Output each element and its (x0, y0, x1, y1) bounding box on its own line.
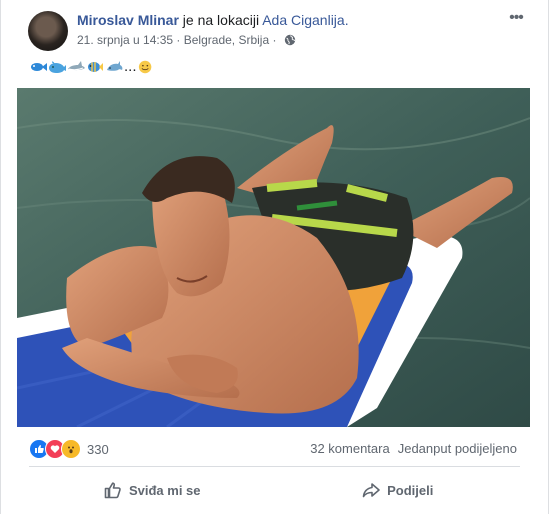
like-button[interactable]: Sviđa mi se (29, 470, 275, 510)
author-avatar[interactable] (28, 11, 68, 51)
timestamp-link[interactable]: 21. srpnja u 14:35 (77, 33, 173, 47)
reactions-summary[interactable]: 330 (29, 439, 109, 459)
text-ellipsis: ... (124, 58, 137, 75)
comments-count-link[interactable]: 32 komentara (310, 441, 390, 456)
thumbs-up-icon (104, 482, 121, 499)
smile-emoji-icon (138, 60, 151, 73)
location-link[interactable]: Ada Ciganlija. (262, 12, 348, 28)
post-title-line: Miroslav Mlinar je na lokaciji Ada Cigan… (77, 12, 349, 28)
globe-icon[interactable] (284, 34, 296, 46)
share-button-label: Podijeli (387, 482, 434, 498)
fish-icon (31, 62, 47, 71)
more-options-icon[interactable]: ••• (506, 10, 526, 26)
place-link[interactable]: Belgrade, Srbija (184, 33, 269, 47)
shares-count-link[interactable]: Jedanput podijeljeno (398, 441, 517, 456)
whale-icon (49, 60, 66, 73)
wow-reaction-icon (61, 439, 81, 459)
action-text: je na lokaciji (178, 12, 263, 28)
post-card: Miroslav Mlinar je na lokaciji Ada Cigan… (0, 0, 549, 514)
post-header: Miroslav Mlinar je na lokaciji Ada Cigan… (1, 0, 549, 58)
post-text: ... (29, 58, 154, 75)
photo-image (17, 88, 530, 427)
meta-separator: · (173, 33, 184, 47)
author-name-link[interactable]: Miroslav Mlinar (77, 12, 179, 28)
like-button-label: Sviđa mi se (128, 482, 201, 498)
share-button[interactable]: Podijeli (275, 470, 521, 510)
divider (29, 466, 520, 467)
meta-separator-2: · (269, 33, 280, 47)
post-stats: 32 komentara Jedanput podijeljeno (310, 441, 517, 456)
post-photo[interactable] (17, 88, 530, 427)
reaction-count[interactable]: 330 (87, 442, 109, 457)
share-arrow-icon (362, 483, 380, 498)
shark-icon (68, 60, 85, 70)
tropical-fish-icon (88, 61, 103, 72)
dolphin-icon (107, 60, 123, 71)
post-meta: 21. srpnja u 14:35 · Belgrade, Srbija · (77, 33, 296, 47)
post-actions: Sviđa mi se Podijeli (29, 470, 520, 510)
